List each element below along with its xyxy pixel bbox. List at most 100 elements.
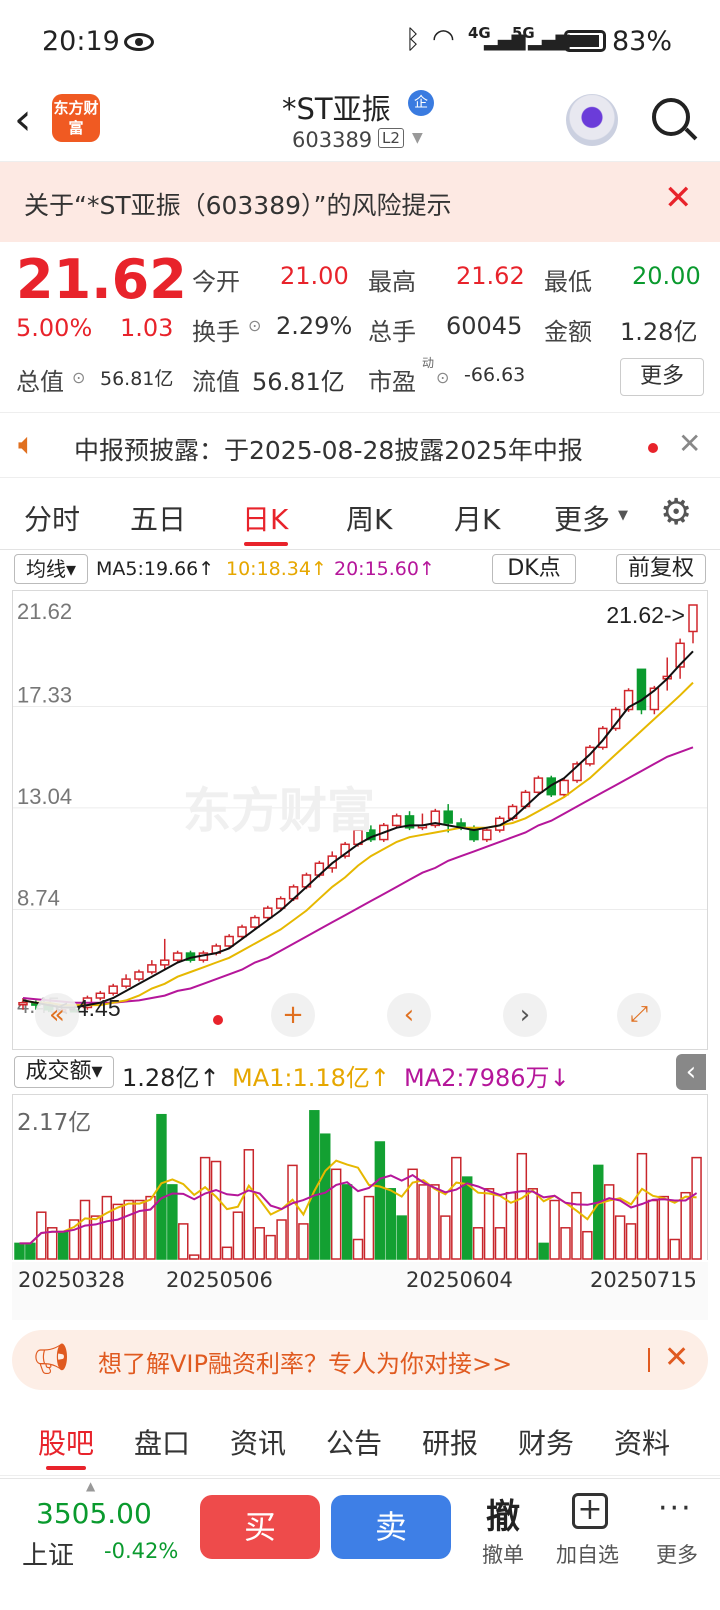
sell-button[interactable]: 卖 — [331, 1495, 451, 1559]
chevron-down-icon[interactable]: ▼ — [618, 508, 628, 523]
ma-selector[interactable]: 均线▾ — [14, 554, 88, 584]
volume-bar — [647, 1199, 659, 1260]
speaker-icon: 🔈︎ — [18, 427, 36, 462]
more-label[interactable]: 更多 — [656, 1539, 698, 1569]
back-arrow-icon[interactable]: ‹ — [14, 94, 32, 145]
cancel-order-icon[interactable]: 撤 — [486, 1489, 520, 1538]
more-button[interactable]: 更多 — [620, 358, 704, 396]
kline-chart[interactable]: 21.6217.3313.048.744.4521.62-><-4.45 东方财… — [12, 590, 708, 1050]
dk-point-button[interactable]: DK点 — [492, 554, 576, 584]
content-tabs: 股吧 盘口 资讯 公告 研报 财务 资料 — [0, 1400, 720, 1476]
ma20-label: 20:15.60↑ — [334, 558, 435, 580]
volume-bar — [254, 1227, 265, 1260]
risk-warning-text[interactable]: 关于“*ST亚振（603389）”的风险提示 — [24, 186, 451, 222]
scroll-right-icon[interactable]: › — [503, 993, 547, 1037]
tab-research[interactable]: 研报 — [422, 1422, 478, 1462]
volume-label: 总手 — [368, 318, 416, 346]
tab-more[interactable]: 更多 — [554, 498, 610, 538]
info-icon[interactable]: ⊙ — [72, 368, 85, 387]
more-dots-icon[interactable]: ··· — [658, 1491, 693, 1526]
volume-svg[interactable] — [13, 1095, 707, 1261]
info-icon[interactable]: ⊙ — [248, 316, 261, 335]
vip-financing-banner[interactable]: 📢︎ 想了解VIP融资利率？专人为你对接>> ✕ — [12, 1330, 708, 1390]
battery-icon — [564, 30, 606, 52]
zoom-in-icon[interactable]: + — [271, 993, 315, 1037]
volume-bar — [658, 1195, 670, 1260]
chevron-down-icon[interactable]: ▼ — [412, 130, 423, 146]
close-icon[interactable]: ✕ — [664, 178, 693, 218]
close-icon[interactable]: ✕ — [678, 427, 701, 460]
ma10-value: 10:18.34 — [226, 558, 311, 580]
app-logo[interactable]: 东方财富 — [52, 94, 100, 142]
kline-tabs: 分时 五日 日K 周K 月K 更多 ▼ ⚙ — [0, 480, 720, 550]
candle-body — [391, 815, 402, 827]
battery-percent: 83% — [612, 26, 673, 57]
volume-bar — [396, 1215, 407, 1260]
tab-monthly-k[interactable]: 月K — [454, 498, 500, 538]
volume-bar — [461, 1176, 473, 1260]
index-change[interactable]: -0.42% — [104, 1539, 178, 1563]
candle-body — [237, 926, 247, 938]
volume-bar — [680, 1191, 691, 1260]
settings-gear-icon[interactable]: ⚙ — [660, 492, 692, 533]
volume-chart[interactable]: 2.17亿 — [12, 1094, 708, 1260]
date-label: 20250604 — [406, 1268, 513, 1292]
level-badge[interactable]: L2 — [378, 128, 404, 148]
tab-announcements[interactable]: 公告 — [326, 1422, 382, 1462]
volume-bar — [178, 1223, 189, 1260]
market-cap-label: 总值 — [16, 368, 64, 396]
notice-text[interactable]: 中报预披露：于2025-08-28披露2025年中报 — [74, 431, 583, 467]
robot-assistant-icon[interactable] — [566, 94, 618, 146]
tab-news[interactable]: 资讯 — [230, 1422, 286, 1462]
scroll-left-fast-icon[interactable]: « — [35, 993, 79, 1037]
volume-selector[interactable]: 成交额▾ — [14, 1056, 114, 1088]
add-watchlist-label[interactable]: 加自选 — [556, 1539, 619, 1569]
volume-bar — [101, 1195, 113, 1260]
tab-minute[interactable]: 分时 — [24, 498, 80, 538]
volume-bar — [320, 1133, 331, 1260]
tab-financials[interactable]: 财务 — [518, 1422, 574, 1462]
volume-bar — [352, 1238, 364, 1260]
info-icon[interactable]: ⊙ — [436, 368, 449, 387]
risk-warning-banner[interactable]: 关于“*ST亚振（603389）”的风险提示 ✕ — [0, 162, 720, 242]
scroll-left-icon[interactable]: ‹ — [387, 993, 431, 1037]
volume-bar — [614, 1215, 626, 1260]
earnings-notice[interactable]: 🔈︎ 中报预披露：于2025-08-28披露2025年中报 ✕ — [0, 412, 720, 478]
vip-text[interactable]: 想了解VIP融资利率？专人为你对接>> — [98, 1344, 512, 1379]
float-cap-value: 56.81亿 — [252, 368, 345, 396]
tab-guba[interactable]: 股吧 — [38, 1422, 94, 1462]
tab-daily-k[interactable]: 日K — [242, 498, 288, 538]
volume-bar — [603, 1184, 615, 1260]
volume-bar — [14, 1242, 25, 1260]
tab-profile[interactable]: 资料 — [614, 1422, 670, 1462]
collapse-panel-button[interactable]: ‹ — [676, 1054, 706, 1090]
turnover-value: 2.29% — [276, 312, 353, 340]
event-marker-dot[interactable] — [213, 1015, 223, 1025]
index-value[interactable]: 3505.00 — [36, 1497, 152, 1530]
volume-bar — [330, 1168, 342, 1260]
index-name[interactable]: 上证 — [22, 1535, 74, 1572]
close-icon[interactable]: ✕ — [664, 1340, 689, 1375]
candle-body — [636, 668, 647, 711]
volume-bar — [385, 1188, 397, 1260]
buy-button[interactable]: 买 — [200, 1495, 320, 1559]
tab-order-book[interactable]: 盘口 — [134, 1422, 190, 1462]
add-watchlist-icon[interactable]: + — [572, 1493, 608, 1529]
adjust-button[interactable]: 前复权 — [616, 554, 706, 584]
tab-weekly-k[interactable]: 周K — [346, 498, 392, 538]
volume-bar — [287, 1164, 298, 1260]
candle-body — [147, 964, 157, 973]
candle-body — [172, 952, 183, 961]
tab-five-day[interactable]: 五日 — [130, 498, 186, 538]
volume-bar — [593, 1164, 604, 1260]
fullscreen-icon[interactable]: ⤢ — [617, 993, 661, 1037]
vol-ma2: MA2:7986万↓ — [404, 1064, 570, 1092]
ma-legend-bar: 均线▾ MA5:19.66↑ 10:18.34↑ 20:15.60↑ DK点 前… — [0, 552, 720, 588]
volume-bar — [298, 1223, 309, 1260]
cancel-order-label[interactable]: 撤单 — [482, 1539, 524, 1569]
volume-bar — [363, 1195, 375, 1260]
volume-bar — [440, 1215, 451, 1260]
pe-label: 市盈 — [368, 368, 416, 396]
volume-bar — [265, 1234, 276, 1260]
volume-bar — [199, 1156, 211, 1260]
